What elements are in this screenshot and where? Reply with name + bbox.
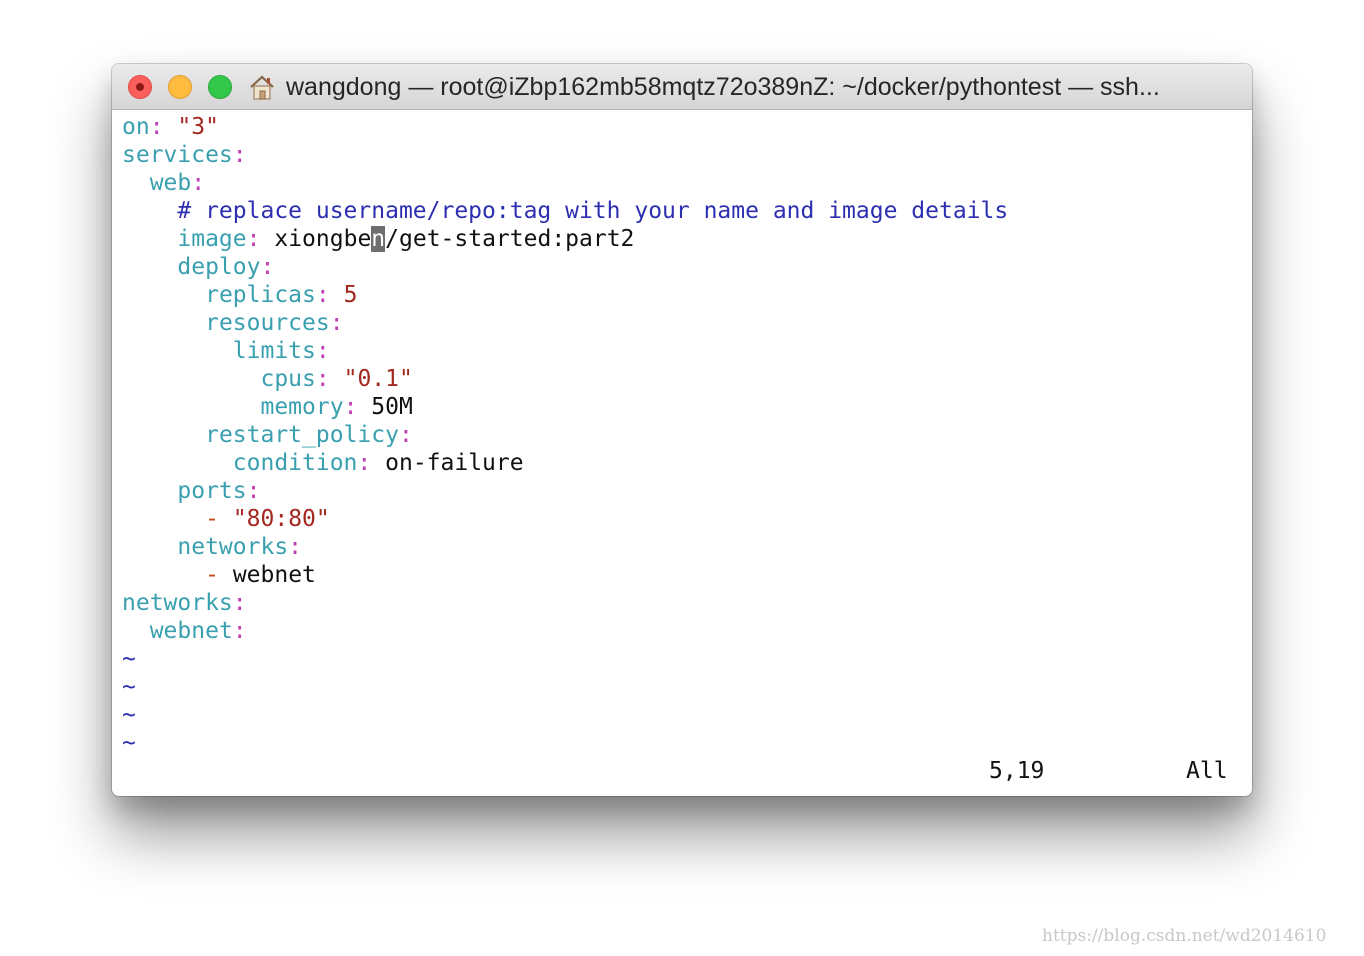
code-line: networks: [122, 590, 247, 616]
yaml-key: deploy [177, 254, 261, 280]
terminal-window: wangdong — root@iZbp162mb58mqtz72o389nZ:… [112, 64, 1252, 796]
code-line: image: xiongben/get-started:part2 [177, 226, 635, 252]
yaml-key: condition [232, 450, 358, 476]
code-line: networks: [177, 534, 303, 560]
code-line: # replace username/repo:tag with your na… [122, 197, 1008, 225]
yaml-key: web [149, 170, 192, 196]
yaml-key: resources [205, 310, 330, 336]
yaml-key: limits [232, 338, 316, 364]
code-line: restart_policy: [205, 422, 413, 448]
code-line: on: "3" [122, 114, 219, 140]
code-line: web: [149, 170, 206, 196]
yaml-key: replicas [205, 282, 316, 308]
window-title: wangdong — root@iZbp162mb58mqtz72o389nZ:… [286, 73, 1160, 101]
code-line: - "80:80" [122, 505, 330, 533]
code-line: cpus: "0.1" [260, 366, 413, 392]
code-line: deploy: [177, 254, 275, 280]
vim-editor[interactable]: on: "3" services: web: # replace usernam… [112, 110, 1252, 796]
zoom-button[interactable] [208, 75, 232, 99]
empty-line-tilde: ~ [122, 730, 136, 756]
yaml-number: 5 [343, 282, 358, 308]
watermark: https://blog.csdn.net/wd2014610 [1042, 926, 1327, 946]
yaml-key: webnet [149, 618, 233, 644]
empty-line-tilde: ~ [122, 646, 136, 672]
yaml-key: networks [122, 590, 233, 616]
code-line: ports: [177, 478, 261, 504]
scroll-indicator: All [1186, 758, 1228, 784]
code-line: services: [122, 142, 247, 168]
minimize-button[interactable] [168, 75, 192, 99]
yaml-key: ports [177, 478, 247, 504]
title-bar[interactable]: wangdong — root@iZbp162mb58mqtz72o389nZ:… [112, 64, 1252, 110]
list-dash: - [205, 562, 219, 588]
yaml-string: "3" [177, 114, 219, 140]
list-dash: - [205, 506, 219, 532]
code-line: - webnet [205, 562, 316, 588]
yaml-key: services [122, 142, 233, 168]
yaml-key: networks [177, 534, 289, 560]
yaml-key: memory [260, 394, 344, 420]
yaml-string: "80:80" [232, 506, 330, 532]
code-line: replicas: 5 [205, 282, 358, 308]
empty-line-tilde: ~ [122, 674, 136, 700]
yaml-key: cpus [260, 366, 316, 392]
yaml-key: on [122, 114, 150, 140]
code-line: memory: 50M [260, 394, 413, 420]
yaml-key: restart_policy [205, 422, 399, 448]
code-line: condition: on-failure [232, 450, 524, 476]
close-button[interactable] [128, 75, 152, 99]
text-cursor: n [371, 226, 386, 252]
code-line: limits: [232, 338, 330, 364]
home-icon [250, 75, 274, 100]
yaml-key: image [177, 226, 247, 252]
cursor-position: 5,19 [989, 758, 1045, 784]
code-line: resources: [205, 310, 344, 336]
code-line: webnet: [149, 618, 247, 644]
empty-line-tilde: ~ [122, 702, 136, 728]
yaml-comment: # replace username/repo:tag with your na… [177, 198, 1009, 224]
yaml-string: "0.1" [343, 366, 413, 392]
